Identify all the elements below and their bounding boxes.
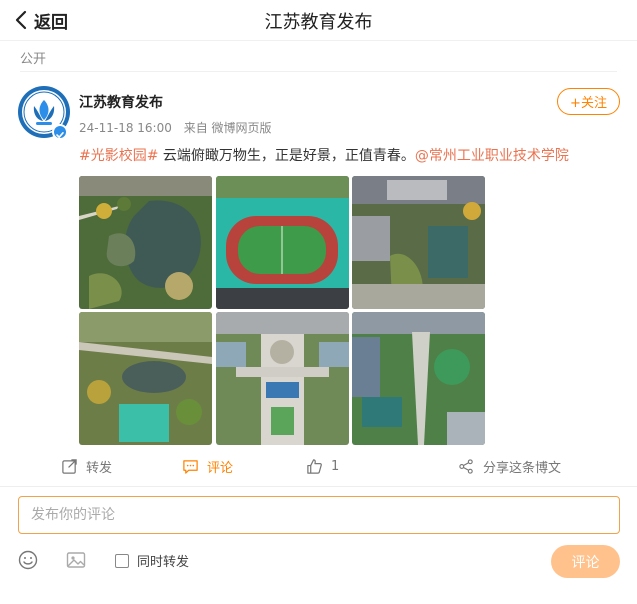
page-title: 江苏教育发布 — [264, 12, 373, 33]
photo-aerial-lake-garden[interactable] — [79, 176, 212, 309]
photo-aerial-campus-greenery[interactable] — [352, 312, 485, 445]
follow-button[interactable]: +关注 — [557, 88, 620, 115]
submit-comment-button[interactable]: 评论 — [551, 545, 620, 578]
comment-label: 评论 — [207, 460, 234, 476]
repost-icon — [62, 458, 77, 474]
share-icon — [459, 458, 473, 474]
photo-aerial-sports-field[interactable] — [216, 176, 349, 309]
share-label: 分享这条博文 — [483, 460, 562, 476]
emoji-icon — [18, 550, 38, 570]
action-bar: 转发 评论 1 分享这条博文 — [0, 453, 637, 479]
post-body: 云端俯瞰万物生，正是好景，正值青春。 — [158, 148, 415, 164]
photo-aerial-central-plaza[interactable] — [216, 312, 349, 445]
mention-link[interactable]: @常州工业职业技术学院 — [415, 148, 569, 164]
emoji-button[interactable] — [17, 549, 39, 571]
top-bar: 返回 江苏教育发布 — [0, 0, 637, 41]
checkbox-box[interactable] — [115, 553, 129, 568]
repost-label: 转发 — [86, 460, 113, 476]
repost-also-label: 同时转发 — [137, 555, 190, 570]
post-meta: 24-11-18 16:00 来自 微博网页版 — [79, 119, 280, 136]
thumbs-up-icon — [307, 458, 322, 474]
hashtag-link[interactable]: #光影校园# — [79, 148, 158, 164]
like-button[interactable]: 1 — [306, 453, 339, 479]
post-time[interactable]: 24-11-18 16:00 — [79, 121, 172, 135]
post-text: #光影校园# 云端俯瞰万物生，正是好景，正值青春。@常州工业职业技术学院 — [79, 145, 569, 165]
post-source: 来自 微博网页版 — [183, 121, 272, 135]
like-count: 1 — [331, 458, 340, 474]
visibility-label: 公开 — [20, 52, 47, 67]
repost-also-checkbox[interactable]: 同时转发 — [115, 551, 189, 570]
divider — [20, 71, 617, 72]
verified-badge-icon — [52, 124, 68, 140]
divider — [0, 486, 637, 487]
image-upload-button[interactable] — [65, 549, 87, 571]
photo-aerial-campus-buildings[interactable] — [352, 176, 485, 309]
share-button[interactable]: 分享这条博文 — [458, 453, 561, 479]
comment-icon — [183, 459, 198, 474]
photo-aerial-pond-trees[interactable] — [79, 312, 212, 445]
comment-input[interactable] — [18, 496, 620, 534]
repost-button[interactable]: 转发 — [61, 453, 112, 479]
comment-button[interactable]: 评论 — [182, 453, 233, 479]
author-name[interactable]: 江苏教育发布 — [79, 92, 163, 112]
image-icon — [66, 552, 86, 568]
